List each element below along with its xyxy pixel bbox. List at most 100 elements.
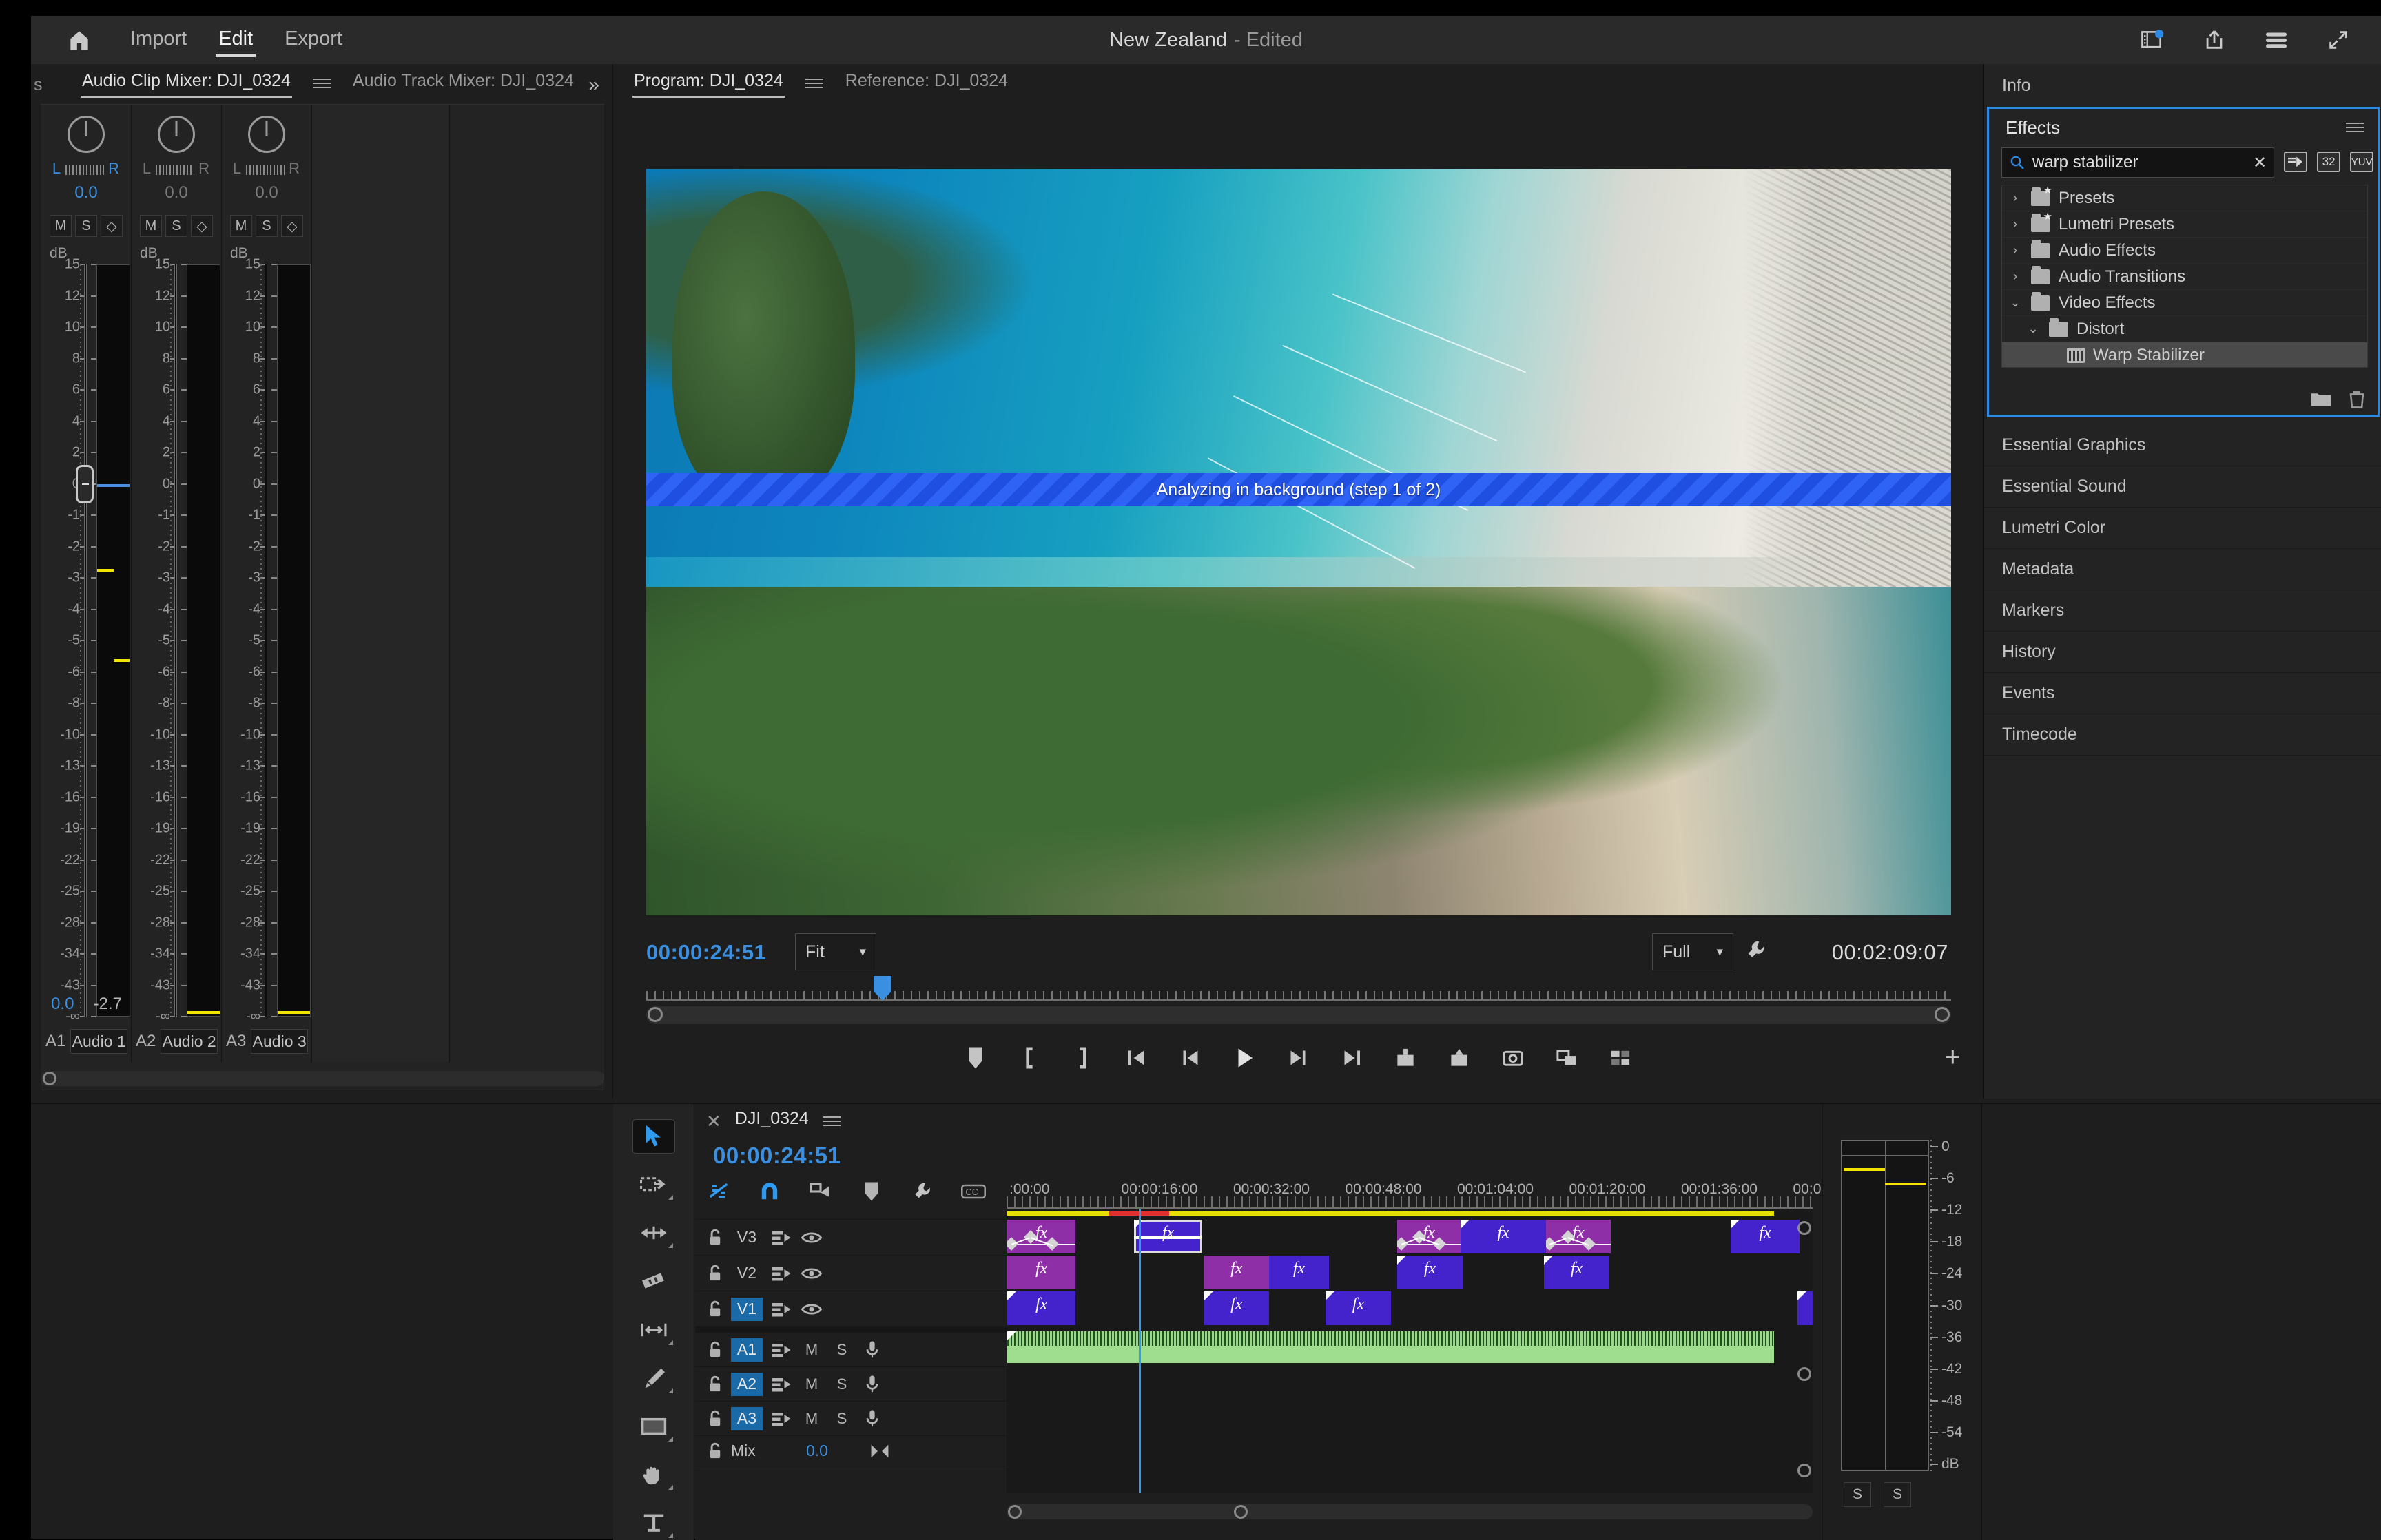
panel-menu-icon[interactable]: [312, 79, 331, 88]
volume-fader-track[interactable]: [265, 264, 267, 1017]
effects-tree-item-video-effects[interactable]: ⌄ Video Effects: [2002, 290, 2367, 316]
tab-program-monitor[interactable]: Program: DJI_0324: [632, 68, 785, 99]
record-button[interactable]: ◇: [281, 215, 303, 237]
channel-name[interactable]: Audio 1: [70, 1029, 127, 1054]
solo-right-button[interactable]: S: [1884, 1482, 1911, 1507]
timeline-horizontal-scrollbar[interactable]: [1007, 1504, 1813, 1519]
pan-value[interactable]: 0.0: [132, 183, 221, 202]
twisty-icon[interactable]: ›: [2008, 191, 2023, 205]
track-lock-icon[interactable]: [706, 1341, 724, 1359]
play-icon[interactable]: [1228, 1042, 1260, 1074]
track-name-v1[interactable]: V1: [731, 1297, 763, 1321]
panel-row-timecode[interactable]: Timecode: [1984, 714, 2381, 756]
panel-info[interactable]: Info: [1984, 64, 2381, 107]
timeline-clips-area[interactable]: fx fx fx fx fx fx fx fx fx fx fx fx fx fx: [1007, 1209, 1813, 1493]
solo-button[interactable]: S: [830, 1408, 854, 1429]
mark-out-icon[interactable]: [1067, 1042, 1099, 1074]
twisty-icon[interactable]: ⌄: [2008, 295, 2023, 310]
tab-audio-track-mixer[interactable]: Audio Track Mixer: DJI_0324: [351, 68, 575, 99]
mix-value[interactable]: 0.0: [786, 1442, 848, 1460]
snap-icon[interactable]: [757, 1180, 782, 1203]
playback-resolution-select[interactable]: Full ▾: [1652, 933, 1733, 970]
timeline-clip[interactable]: fx: [1461, 1220, 1546, 1253]
add-marker-icon[interactable]: [960, 1042, 991, 1074]
panel-row-history[interactable]: History: [1984, 632, 2381, 673]
solo-button[interactable]: S: [830, 1374, 854, 1395]
tab-reference-monitor[interactable]: Reference: DJI_0324: [844, 68, 1009, 99]
channel-name[interactable]: Audio 2: [161, 1029, 218, 1054]
eye-icon[interactable]: [800, 1263, 823, 1284]
tab-audio-clip-mixer[interactable]: Audio Clip Mixer: DJI_0324: [81, 68, 292, 99]
track-lock-icon[interactable]: [706, 1229, 724, 1247]
effects-tree-item-lumetri-presets[interactable]: › Lumetri Presets: [2002, 210, 2367, 238]
go-to-out-icon[interactable]: [1336, 1042, 1368, 1074]
pan-value[interactable]: 0.0: [222, 183, 311, 202]
effects-tree-item-audio-effects[interactable]: › Audio Effects: [2002, 238, 2367, 264]
sync-lock-icon[interactable]: [770, 1263, 793, 1284]
panel-row-markers[interactable]: Markers: [1984, 590, 2381, 632]
solo-button[interactable]: S: [75, 215, 97, 237]
link-selection-icon[interactable]: [706, 1180, 731, 1203]
captions-icon[interactable]: CC: [961, 1180, 986, 1203]
timeline-clip[interactable]: fx: [1545, 1220, 1611, 1253]
sync-lock-icon[interactable]: [770, 1408, 793, 1429]
track-lock-icon[interactable]: [706, 1265, 724, 1282]
timeline-ruler[interactable]: :00:00 00:00:16:00 00:00:32:00 00:00:48:00 0…: [1007, 1181, 1869, 1209]
timeline-clip[interactable]: fx: [1326, 1291, 1391, 1325]
sync-lock-icon[interactable]: [770, 1299, 793, 1320]
export-frame-icon[interactable]: [1497, 1042, 1529, 1074]
timeline-playhead[interactable]: [1139, 1209, 1142, 1493]
twisty-icon[interactable]: ›: [2008, 269, 2023, 284]
timeline-clip[interactable]: fx: [1007, 1291, 1076, 1325]
sync-lock-icon[interactable]: [770, 1227, 793, 1248]
track-name-a2[interactable]: A2: [731, 1372, 763, 1396]
panel-menu-icon[interactable]: [822, 1116, 841, 1126]
list-menu-icon[interactable]: [2263, 26, 2290, 54]
32bit-color-icon[interactable]: 32: [2317, 152, 2341, 172]
track-lock-icon[interactable]: [706, 1442, 724, 1460]
step-back-icon[interactable]: [1175, 1042, 1206, 1074]
go-to-in-icon[interactable]: [1121, 1042, 1153, 1074]
effects-tree-item-warp-stabilizer[interactable]: Warp Stabilizer: [2002, 342, 2367, 367]
eye-icon[interactable]: [800, 1299, 823, 1320]
timeline-clip[interactable]: fx: [1731, 1220, 1800, 1253]
mute-button[interactable]: M: [800, 1340, 823, 1360]
type-tool[interactable]: [632, 1506, 675, 1540]
track-name-v3[interactable]: V3: [731, 1226, 763, 1249]
track-select-forward-tool[interactable]: [632, 1167, 675, 1202]
yuv-effects-icon[interactable]: YUV: [2350, 152, 2374, 172]
timeline-clip[interactable]: fx: [1397, 1220, 1461, 1253]
mic-icon[interactable]: [860, 1340, 884, 1360]
timeline-audio-clip[interactable]: [1007, 1331, 1775, 1363]
program-zoom-scrollbar[interactable]: [646, 1006, 1951, 1024]
tab-sequence-dji0324[interactable]: DJI_0324: [734, 1106, 810, 1137]
record-button[interactable]: ◇: [101, 215, 123, 237]
volume-fader-track[interactable]: [174, 264, 177, 1017]
settings-wrench-icon[interactable]: [1744, 939, 1768, 962]
track-name-a1[interactable]: A1: [731, 1338, 763, 1362]
solo-button[interactable]: S: [830, 1340, 854, 1360]
delete-icon[interactable]: [2347, 390, 2367, 409]
lift-icon[interactable]: [1390, 1042, 1421, 1074]
fullscreen-icon[interactable]: [2325, 26, 2352, 54]
step-forward-icon[interactable]: [1282, 1042, 1314, 1074]
mute-button[interactable]: M: [140, 215, 162, 237]
timeline-clip[interactable]: fx: [1133, 1220, 1203, 1253]
hand-tool[interactable]: [632, 1457, 675, 1492]
effects-tree-item-audio-transitions[interactable]: › Audio Transitions: [2002, 264, 2367, 290]
panel-row-essential-sound[interactable]: Essential Sound: [1984, 466, 2381, 508]
panel-row-events[interactable]: Events: [1984, 673, 2381, 714]
volume-fader-track[interactable]: [84, 264, 87, 1017]
work-area-bar[interactable]: [1007, 1211, 1813, 1216]
timeline-clip[interactable]: [1797, 1291, 1813, 1325]
timeline-clip[interactable]: fx: [1204, 1291, 1269, 1325]
mic-icon[interactable]: [860, 1374, 884, 1395]
razor-tool[interactable]: [632, 1264, 675, 1298]
track-resize-handle[interactable]: [1797, 1367, 1811, 1381]
effects-tree-item-presets[interactable]: › Presets: [2002, 185, 2367, 211]
selection-tool[interactable]: [632, 1119, 675, 1154]
export-quick-icon[interactable]: [2200, 26, 2228, 54]
panel-row-essential-graphics[interactable]: Essential Graphics: [1984, 425, 2381, 466]
new-folder-icon[interactable]: [2310, 390, 2332, 409]
mute-button[interactable]: M: [230, 215, 252, 237]
